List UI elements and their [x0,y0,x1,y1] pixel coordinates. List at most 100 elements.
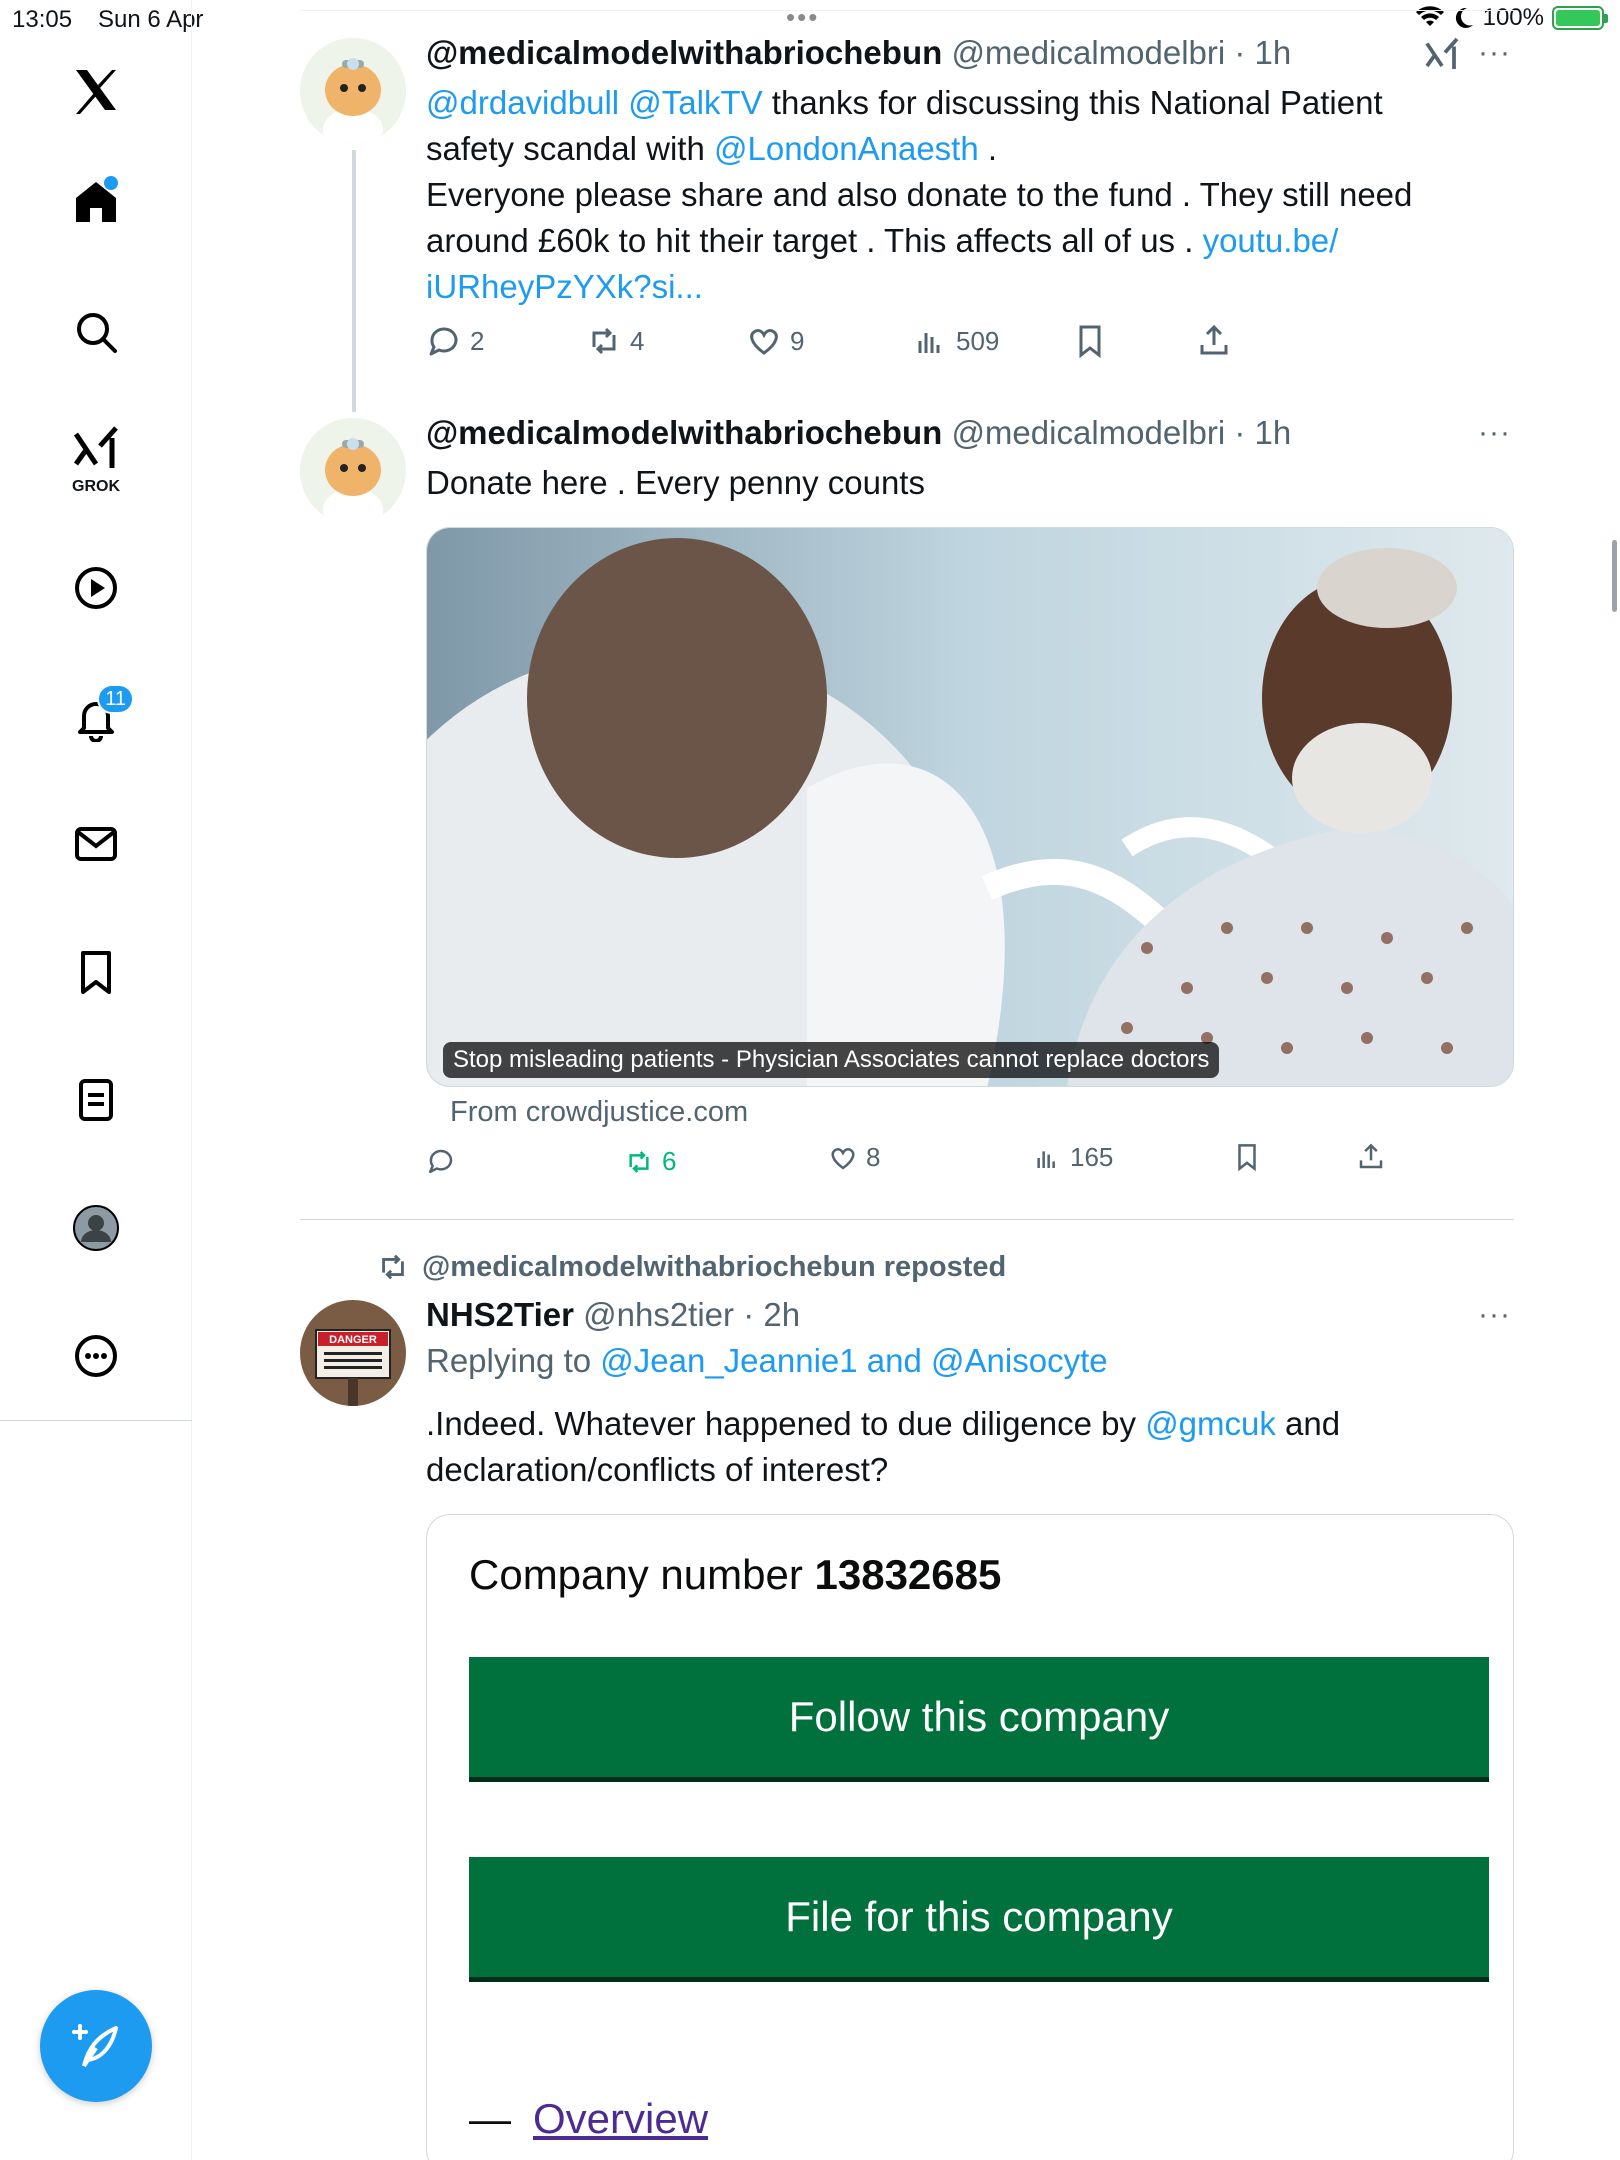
multitasking-dots-icon[interactable]: ••• [786,2,819,33]
tweet-2-link-card-image[interactable]: Stop misleading patients - Physician Ass… [426,527,1514,1087]
video-play-icon[interactable] [58,550,134,626]
link-card-title: Stop misleading patients - Physician Ass… [443,1042,1220,1078]
tweet-1-repost-button[interactable]: 4 [586,323,644,359]
tweet-1-like-count: 9 [790,325,805,356]
tweet-1-text-part: Everyone please share and also donate to… [426,176,1413,213]
tweet-1-bookmark-button[interactable] [1072,323,1108,359]
grok-explain-icon[interactable] [1424,36,1460,72]
company-number-value: 13832685 [814,1551,1002,1598]
replying-to: Replying to @Jean_Jeannie1 and @Anisocyt… [426,1342,1108,1380]
mention-gmcuk[interactable]: @gmcuk [1145,1405,1276,1442]
patient-doctor-photo [427,528,1513,1086]
tweet-3-handle[interactable]: @nhs2tier [583,1296,734,1333]
tweet-3-display-name[interactable]: NHS2Tier [426,1296,574,1333]
share-icon [1359,1143,1383,1169]
tweet-2-reply-button[interactable] [426,1146,464,1176]
tweet-1-text-part: . [978,130,998,167]
x-logo-icon[interactable] [58,52,134,128]
tweet-3-header: NHS2Tier @nhs2tier · 2h [426,1296,800,1334]
home-new-dot [104,176,118,190]
tweet-2-like-count: 8 [866,1142,881,1172]
views-chart-icon [1037,1150,1055,1168]
tweet-3-text: .Indeed. Whatever happened to due dilige… [426,1401,1496,1493]
tweet-1-text-line: iURheyPzYXk?si... [426,264,1496,310]
tweet-2-bookmark-button[interactable] [1232,1142,1262,1172]
status-right: 100% [1415,4,1608,32]
tweet-3-avatar[interactable]: DANGER [300,1300,406,1406]
tweet-2-more-icon[interactable]: ··· [1478,416,1511,450]
search-icon[interactable] [58,294,134,370]
tweet-1-share-button[interactable] [1196,323,1232,359]
tweet-1-text-part: thanks for discussing this National Pati… [762,84,1383,121]
heart-icon [831,1147,855,1170]
tweet-1-reply-count: 2 [470,325,485,356]
repost-icon [629,1150,649,1173]
battery-percent: 100% [1482,4,1544,31]
replying-prefix: Replying to [426,1342,601,1379]
compose-post-button[interactable] [40,1990,152,2102]
thread-connector-line [352,150,356,412]
tweet-1-repost-count: 4 [630,325,645,356]
company-number-line: Company number 13832685 [469,1551,1001,1599]
avatar-danger-text: DANGER [329,1334,377,1346]
bookmark-icon [1238,1144,1256,1172]
repost-indicator[interactable]: @medicalmodelwithabriochebun reposted [376,1250,1006,1284]
tweet-1-handle[interactable]: @medicalmodelbri [951,34,1225,71]
tweet-2-time[interactable]: · 1h [1234,414,1291,451]
tweet-1-views-button[interactable]: 509 [912,323,999,359]
more-options-icon[interactable] [58,1318,134,1394]
company-number-label: Company number [469,1551,803,1598]
battery-icon [1552,6,1608,30]
tweet-1-link[interactable]: @drdavidbull @TalkTV [426,84,763,121]
repost-icon [592,327,616,355]
tweet-1-link[interactable]: @LondonAnaesth [714,130,979,167]
replying-to-users[interactable]: @Jean_Jeannie1 and @Anisocyte [600,1342,1107,1379]
tweet-1-display-name[interactable]: @medicalmodelwithabriochebun [426,34,942,71]
tweet-1-time[interactable]: · 1h [1234,34,1291,71]
notifications-badge: 11 [97,684,134,714]
tweet-1-text-line: safety scandal with @LondonAnaesth . [426,126,1496,172]
messages-envelope-icon[interactable] [58,806,134,882]
grok-icon[interactable]: GROK [58,416,134,500]
home-icon[interactable] [58,164,134,240]
tweet-2-display-name[interactable]: @medicalmodelwithabriochebun [426,414,942,451]
tweet-separator [300,1219,1514,1220]
profile-avatar-icon[interactable] [58,1190,134,1266]
tweet-3-time[interactable]: · 2h [743,1296,800,1333]
tweet-2-share-button[interactable] [1356,1142,1386,1172]
tweet-2-repost-button[interactable]: 6 [624,1146,676,1177]
tweet-2-header: @medicalmodelwithabriochebun @medicalmod… [426,414,1291,452]
follow-company-button: Follow this company [469,1657,1489,1777]
tweet-1-link[interactable]: iURheyPzYXk?si... [426,268,703,305]
scrollbar-indicator[interactable] [1612,540,1617,612]
tweet-1-like-button[interactable]: 9 [746,323,804,359]
overview-link-row: — Overview [469,2095,708,2143]
sidebar-divider [0,1420,192,1421]
link-card-source[interactable]: From crowdjustice.com [450,1096,748,1129]
feed-top-border [300,10,1514,11]
tweet-2-handle[interactable]: @medicalmodelbri [951,414,1225,451]
sidebar: GROK 11 [0,0,192,2160]
tweet-3-more-icon[interactable]: ··· [1478,1298,1511,1332]
lists-icon[interactable] [58,1062,134,1138]
tweet-2-like-button[interactable]: 8 [828,1142,880,1173]
tweet-1-reply-button[interactable]: 2 [426,323,484,359]
overview-link: Overview [533,2095,709,2142]
tweet-1-text-line: Everyone please share and also donate to… [426,172,1496,218]
tweet-3-image-card[interactable]: Company number 13832685 Follow this comp… [426,1514,1514,2160]
tweet-1-header: @medicalmodelwithabriochebun @medicalmod… [426,34,1291,72]
tweet-2-views-button[interactable]: 165 [1032,1142,1113,1173]
tweet-2-repost-count: 6 [662,1146,677,1176]
tweet-1-more-icon[interactable]: ··· [1478,36,1511,70]
tweet-1-view-count: 509 [956,325,1000,356]
tweet-2-avatar[interactable] [300,418,406,524]
notifications-bell-icon[interactable]: 11 [58,680,134,756]
tweet-1-text-line: @drdavidbull @TalkTV thanks for discussi… [426,80,1496,126]
compose-feather-icon [72,2024,118,2068]
tweet-1-avatar[interactable] [300,38,406,144]
tweet-1-text-part: around £60k to hit their target . This a… [426,222,1203,259]
overview-dash: — [469,2095,511,2142]
bookmarks-icon[interactable] [58,934,134,1010]
tweet-3-text-line: declaration/conflicts of interest? [426,1451,889,1488]
tweet-1-link[interactable]: youtu.be/ [1203,222,1339,259]
